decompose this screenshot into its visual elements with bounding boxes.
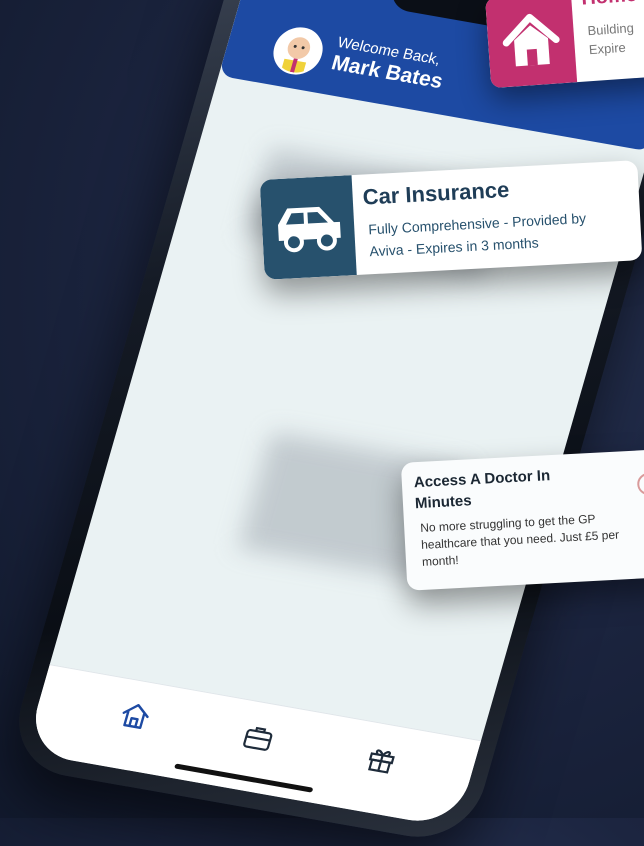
doctor-card-title: Access A Doctor In Minutes: [413, 467, 551, 513]
home-card-title: Home: [581, 0, 638, 11]
phone-screen: Welcome Back, Mark Bates: [24, 0, 644, 829]
home-card-tile: [485, 0, 578, 89]
car-card-tile: [259, 175, 357, 280]
home-indicator[interactable]: [174, 763, 314, 793]
doctor-card-desc: No more struggling to get the GP healthc…: [419, 511, 620, 569]
home-card-desc: Building Expire: [587, 15, 644, 59]
house-icon: [502, 13, 560, 67]
doctor-card[interactable]: Access A Doctor In Minutes No more strug…: [400, 449, 644, 591]
car-icon: [278, 206, 341, 253]
home-insurance-card[interactable]: Home Building Expire: [485, 0, 644, 89]
doctor-icon: [637, 472, 644, 495]
car-card-title: Car Insurance: [362, 176, 510, 210]
car-card-desc: Fully Comprehensive - Provided by Aviva …: [367, 209, 587, 260]
phone-frame: Welcome Back, Mark Bates: [4, 0, 644, 846]
bottom-tab-bar: [24, 664, 482, 829]
briefcase-icon[interactable]: [237, 718, 280, 757]
car-insurance-card[interactable]: Car Insurance Fully Comprehensive - Prov…: [259, 160, 643, 280]
home-icon[interactable]: [114, 696, 157, 735]
avatar[interactable]: [267, 23, 329, 79]
avatar-illustration: [275, 29, 321, 75]
gift-icon[interactable]: [360, 740, 403, 779]
